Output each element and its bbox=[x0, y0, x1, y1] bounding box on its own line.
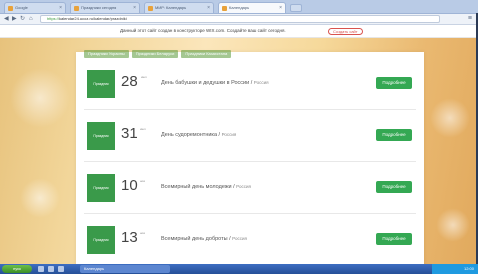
event-title[interactable]: Всемирный день доброты / Россия bbox=[161, 235, 247, 243]
country-link[interactable]: Праздники Беларуси bbox=[131, 50, 179, 58]
clock: 12:00 bbox=[463, 266, 474, 271]
event-title[interactable]: День судоремонтника / Россия bbox=[161, 131, 236, 139]
event-month: ноя bbox=[140, 179, 145, 183]
event-title-text: Всемирный день доброты bbox=[161, 236, 228, 242]
event-title-text: День судоремонтника bbox=[161, 132, 218, 138]
event-row: Праздник 13 ноя Всемирный день доброты /… bbox=[76, 218, 424, 262]
details-button[interactable]: Подробнее bbox=[376, 77, 412, 89]
browser-tab[interactable]: Праздники сегодня × bbox=[70, 2, 140, 13]
promo-bar: Данный этот сайт создан в конструкторе W… bbox=[0, 25, 478, 38]
browser-tab[interactable]: Google × bbox=[4, 2, 66, 13]
forward-arrow-icon[interactable]: ▶ bbox=[12, 14, 17, 24]
new-tab-button[interactable] bbox=[290, 4, 302, 12]
tab-label: Календарь bbox=[229, 5, 250, 10]
event-thumbnail[interactable]: Праздник bbox=[87, 122, 115, 150]
event-thumbnail[interactable]: Праздник bbox=[87, 174, 115, 202]
background-bokeh bbox=[430, 98, 470, 138]
tab-favicon-icon bbox=[148, 6, 153, 11]
tab-close-icon[interactable]: × bbox=[279, 3, 282, 13]
event-row: Праздник 31 июл День судоремонтника / Ро… bbox=[76, 114, 424, 162]
back-arrow-icon[interactable]: ◀ bbox=[4, 14, 9, 24]
row-divider bbox=[84, 161, 416, 162]
country-link[interactable]: Праздники Казахстана bbox=[181, 50, 232, 58]
row-divider bbox=[84, 213, 416, 214]
address-bar[interactable]: https://kalendar24.ucoz.ru/kalendar/praz… bbox=[40, 15, 440, 23]
tab-close-icon[interactable]: × bbox=[59, 3, 62, 13]
url-text: kalendar24.ucoz.ru/kalendar/prazdniki bbox=[59, 16, 127, 21]
background-bokeh bbox=[10, 68, 70, 128]
event-month: ноя bbox=[140, 231, 145, 235]
tab-favicon-icon bbox=[74, 6, 79, 11]
tab-favicon-icon bbox=[222, 6, 227, 11]
tab-favicon-icon bbox=[8, 6, 13, 11]
tab-label: Google bbox=[15, 5, 28, 10]
details-button[interactable]: Подробнее bbox=[376, 181, 412, 193]
country-links: Праздники Украины Праздники Беларуси Празд… bbox=[84, 42, 234, 58]
tab-close-icon[interactable]: × bbox=[133, 3, 136, 13]
event-day: 31 bbox=[121, 125, 138, 142]
create-site-button[interactable]: Создать сайт bbox=[328, 28, 363, 35]
event-month: июл bbox=[141, 75, 147, 79]
browser-tab-bar: Google × Праздники сегодня × МИР: Календ… bbox=[0, 0, 478, 14]
event-day: 28 bbox=[121, 73, 138, 90]
quicklaunch-icon[interactable] bbox=[38, 266, 44, 272]
os-taskbar: пуск Календарь 12:00 bbox=[0, 264, 478, 274]
browser-toolbar: ◀ ▶ ↻ ⌂ https://kalendar24.ucoz.ru/kalen… bbox=[0, 14, 478, 25]
event-country: Россия bbox=[232, 236, 247, 241]
home-icon[interactable]: ⌂ bbox=[29, 14, 33, 24]
system-tray: 12:00 bbox=[432, 264, 478, 274]
event-row: Праздник 10 ноя Всемирный день молодежи … bbox=[76, 166, 424, 214]
tab-close-icon[interactable]: × bbox=[207, 3, 210, 13]
event-day: 10 bbox=[121, 177, 138, 194]
row-divider bbox=[84, 109, 416, 110]
tab-label: МИР: Календарь bbox=[155, 5, 187, 10]
event-row: Праздник 28 июл День бабушки и дедушки в… bbox=[76, 62, 424, 110]
event-thumbnail[interactable]: Праздник bbox=[87, 70, 115, 98]
event-country: Россия bbox=[236, 184, 251, 189]
browser-tab-active[interactable]: Календарь × bbox=[218, 2, 286, 13]
quicklaunch-icon[interactable] bbox=[58, 266, 64, 272]
event-title-text: Всемирный день молодежи bbox=[161, 184, 232, 190]
page-viewport: Праздники Украины Праздники Беларуси Празд… bbox=[0, 38, 478, 264]
details-button[interactable]: Подробнее bbox=[376, 233, 412, 245]
start-button[interactable]: пуск bbox=[2, 265, 32, 273]
event-month: июл bbox=[140, 127, 146, 131]
country-link[interactable]: Праздники Украины bbox=[84, 50, 129, 58]
browser-tab[interactable]: МИР: Календарь × bbox=[144, 2, 214, 13]
hamburger-menu-icon[interactable]: ≡ bbox=[468, 14, 472, 24]
event-title[interactable]: День бабушки и дедушки в России / Россия bbox=[161, 79, 269, 87]
background-bokeh bbox=[436, 208, 470, 242]
event-title[interactable]: Всемирный день молодежи / Россия bbox=[161, 183, 251, 191]
reload-icon[interactable]: ↻ bbox=[20, 14, 25, 24]
url-scheme: https:// bbox=[47, 16, 60, 21]
background-bokeh bbox=[20, 178, 60, 218]
event-thumbnail[interactable]: Праздник bbox=[87, 226, 115, 254]
quicklaunch-icon[interactable] bbox=[48, 266, 54, 272]
event-country: Россия bbox=[221, 132, 237, 137]
promo-text: Данный этот сайт создан в конструкторе W… bbox=[120, 28, 286, 33]
event-title-text: День бабушки и дедушки в России bbox=[161, 80, 250, 86]
event-day: 13 bbox=[121, 229, 138, 246]
taskbar-window-button[interactable]: Календарь bbox=[80, 265, 170, 273]
event-country: Россия bbox=[253, 80, 269, 85]
tab-label: Праздники сегодня bbox=[81, 5, 117, 10]
details-button[interactable]: Подробнее bbox=[376, 129, 412, 141]
